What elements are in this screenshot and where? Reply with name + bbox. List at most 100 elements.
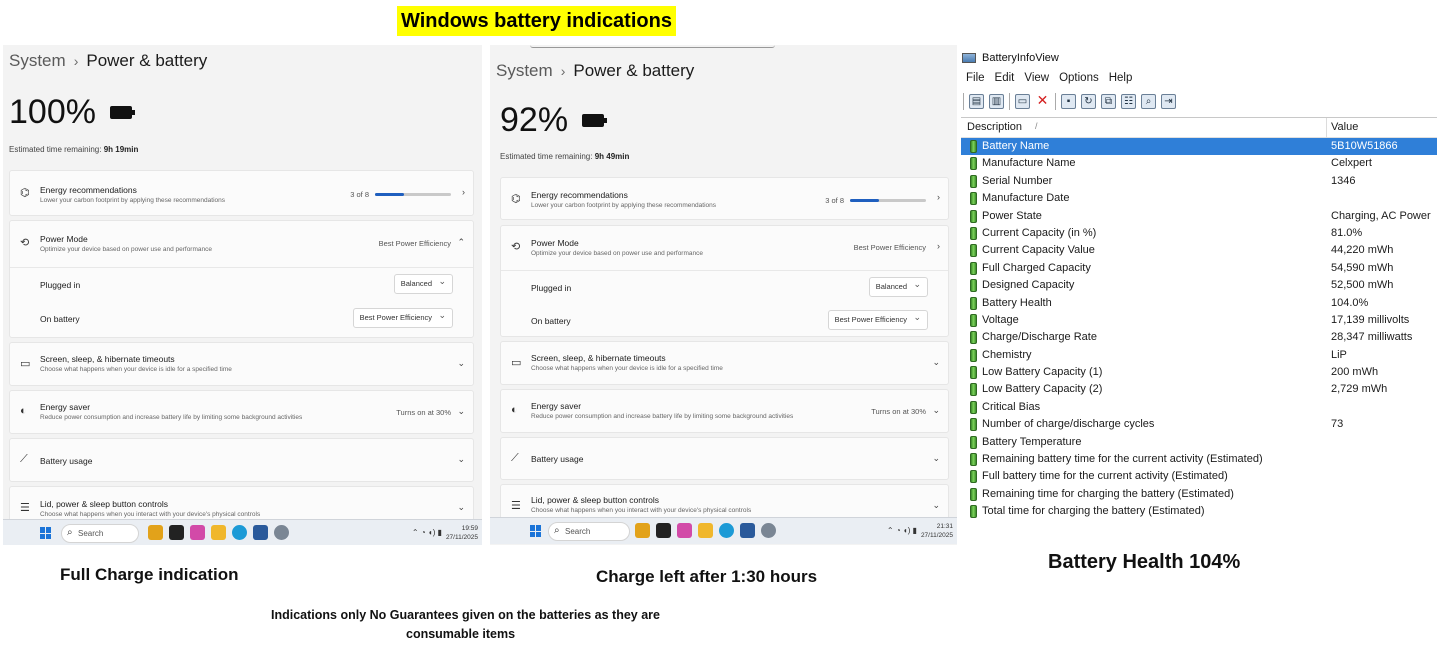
- table-row[interactable]: Designed Capacity 52,500 mWh: [961, 277, 1437, 294]
- screen-sleep-card[interactable]: ▭ Screen, sleep, & hibernate timeouts Ch…: [500, 341, 949, 385]
- table-row[interactable]: Remaining time for charging the battery …: [961, 486, 1437, 503]
- menu-help[interactable]: Help: [1109, 72, 1133, 84]
- energy-progress: [850, 199, 926, 202]
- store-icon[interactable]: [253, 525, 268, 540]
- row-description: Number of charge/discharge cycles: [982, 418, 1155, 431]
- battery-log-icon[interactable]: ▥: [989, 93, 1004, 109]
- copilot-icon[interactable]: [190, 525, 205, 540]
- taskview-icon[interactable]: [169, 525, 184, 540]
- table-row[interactable]: Full Charged Capacity 54,590 mWh: [961, 260, 1437, 277]
- settings-icon[interactable]: [761, 523, 776, 538]
- window-icon[interactable]: ▭: [1015, 93, 1030, 109]
- battery-percent: 92%: [500, 101, 608, 140]
- clock-time: 21:31: [936, 523, 953, 530]
- exit-icon[interactable]: ⇥: [1161, 93, 1176, 109]
- battery-icon: [970, 453, 977, 467]
- row-description: Critical Bias: [982, 400, 1041, 413]
- clock-date: 27/11/2025: [920, 532, 953, 539]
- energy-recommendations-card[interactable]: ⌬ Energy recommendations Lower your carb…: [500, 177, 949, 220]
- table-row[interactable]: Power State Charging, AC Power: [961, 208, 1437, 225]
- energy-count: 3 of 8: [350, 190, 369, 199]
- taskbar-search[interactable]: Search: [548, 522, 630, 541]
- menu-file[interactable]: File: [966, 72, 985, 84]
- table-row[interactable]: Low Battery Capacity (1) 200 mWh: [961, 364, 1437, 381]
- widget-icon[interactable]: [635, 523, 650, 538]
- taskbar: Search ⌃ ◔ ◖) ▮ 19:59 27/11/2025: [3, 519, 482, 545]
- table-row[interactable]: Current Capacity Value 44,220 mWh: [961, 242, 1437, 259]
- system-tray[interactable]: ⌃ ◔ ◖) ▮: [412, 528, 442, 537]
- list-icon: ☰: [20, 502, 30, 514]
- chevron-right-icon[interactable]: ›: [937, 241, 940, 251]
- table-row[interactable]: Manufacture Name Celxpert: [961, 155, 1437, 172]
- table-row[interactable]: Critical Bias: [961, 399, 1437, 416]
- settings-icon[interactable]: [274, 525, 289, 540]
- table-row[interactable]: Full battery time for the current activi…: [961, 468, 1437, 485]
- file-explorer-icon[interactable]: [698, 523, 713, 538]
- widget-icon[interactable]: [148, 525, 163, 540]
- breadcrumb-page: Power & battery: [573, 61, 695, 80]
- plugged-in-dropdown[interactable]: Balanced: [868, 275, 928, 297]
- copilot-icon[interactable]: [677, 523, 692, 538]
- on-battery-dropdown[interactable]: Best Power Efficiency: [352, 306, 453, 328]
- table-row[interactable]: Current Capacity (in %) 81.0%: [961, 225, 1437, 242]
- row-description: Power State: [982, 209, 1042, 222]
- taskview-icon[interactable]: [656, 523, 671, 538]
- energy-progress-fill: [375, 193, 404, 196]
- windows-start-icon[interactable]: [40, 527, 52, 539]
- menu-edit[interactable]: Edit: [995, 72, 1015, 84]
- taskbar-search[interactable]: Search: [61, 524, 139, 543]
- breadcrumb-system[interactable]: System: [9, 51, 66, 70]
- system-tray[interactable]: ⌃ ◔ ◖) ▮: [887, 526, 917, 535]
- battery-usage-card[interactable]: ⟋ Battery usage ⌄: [500, 437, 949, 480]
- table-row[interactable]: Battery Temperature: [961, 434, 1437, 451]
- column-value[interactable]: Value: [1331, 121, 1358, 133]
- menu-options[interactable]: Options: [1059, 72, 1099, 84]
- save-icon[interactable]: ▪: [1061, 93, 1076, 109]
- menu-view[interactable]: View: [1024, 72, 1049, 84]
- screen-subtitle: Choose what happens when your device is …: [40, 366, 232, 373]
- properties-icon[interactable]: ☷: [1121, 93, 1136, 109]
- copy-icon[interactable]: ⧉: [1101, 93, 1116, 109]
- on-battery-dropdown[interactable]: Best Power Efficiency: [827, 308, 928, 330]
- row-value: 5B10W51866: [1331, 140, 1398, 152]
- table-row[interactable]: Chemistry LiP: [961, 347, 1437, 364]
- table-row[interactable]: Battery Name 5B10W51866: [961, 138, 1437, 156]
- battery-info-icon[interactable]: ▤: [969, 93, 984, 109]
- delete-icon[interactable]: ✕: [1035, 93, 1050, 109]
- table-row[interactable]: Serial Number 1346: [961, 173, 1437, 190]
- edge-icon[interactable]: [232, 525, 247, 540]
- row-description: Full battery time for the current activi…: [982, 470, 1228, 483]
- plugged-in-dropdown[interactable]: Balanced: [393, 272, 453, 294]
- column-description[interactable]: Description: [967, 121, 1022, 133]
- estimated-time: Estimated time remaining: 9h 19min: [9, 145, 138, 154]
- table-row[interactable]: Manufacture Date: [961, 190, 1437, 207]
- clock-date: 27/11/2025: [445, 534, 478, 541]
- power-mode-title: Power Mode: [40, 234, 88, 244]
- refresh-icon[interactable]: ↻: [1081, 93, 1096, 109]
- file-explorer-icon[interactable]: [211, 525, 226, 540]
- table-row[interactable]: Number of charge/discharge cycles 73: [961, 416, 1437, 433]
- table-row[interactable]: Battery Health 104.0%: [961, 295, 1437, 312]
- edge-icon[interactable]: [719, 523, 734, 538]
- battery-usage-card[interactable]: ⟋ Battery usage ⌄: [9, 438, 474, 482]
- energy-recommendations-card[interactable]: ⌬ Energy recommendations Lower your carb…: [9, 170, 474, 216]
- clock[interactable]: 21:31 27/11/2025: [921, 522, 953, 540]
- windows-start-icon[interactable]: [530, 525, 542, 537]
- table-row[interactable]: Charge/Discharge Rate 28,347 milliwatts: [961, 329, 1437, 346]
- screen-sleep-card[interactable]: ▭ Screen, sleep, & hibernate timeouts Ch…: [9, 342, 474, 386]
- energy-saver-card[interactable]: ◐ Energy saver Reduce power consumption …: [9, 390, 474, 434]
- table-row[interactable]: Low Battery Capacity (2) 2,729 mWh: [961, 381, 1437, 398]
- table-row[interactable]: Total time for charging the battery (Est…: [961, 503, 1437, 520]
- table-row[interactable]: Voltage 17,139 millivolts: [961, 312, 1437, 329]
- table-row[interactable]: Remaining battery time for the current a…: [961, 451, 1437, 468]
- clock[interactable]: 19:59 27/11/2025: [446, 524, 478, 542]
- power-mode-title: Power Mode: [531, 238, 579, 248]
- chevron-right-icon: ›: [73, 53, 79, 69]
- energy-saver-card[interactable]: ◐ Energy saver Reduce power consumption …: [500, 389, 949, 433]
- column-divider[interactable]: [1326, 118, 1327, 139]
- chevron-right-icon: ›: [462, 187, 465, 197]
- find-icon[interactable]: ⌕: [1141, 93, 1156, 109]
- breadcrumb-system[interactable]: System: [496, 61, 553, 80]
- store-icon[interactable]: [740, 523, 755, 538]
- chevron-up-icon[interactable]: ⌃: [457, 237, 465, 248]
